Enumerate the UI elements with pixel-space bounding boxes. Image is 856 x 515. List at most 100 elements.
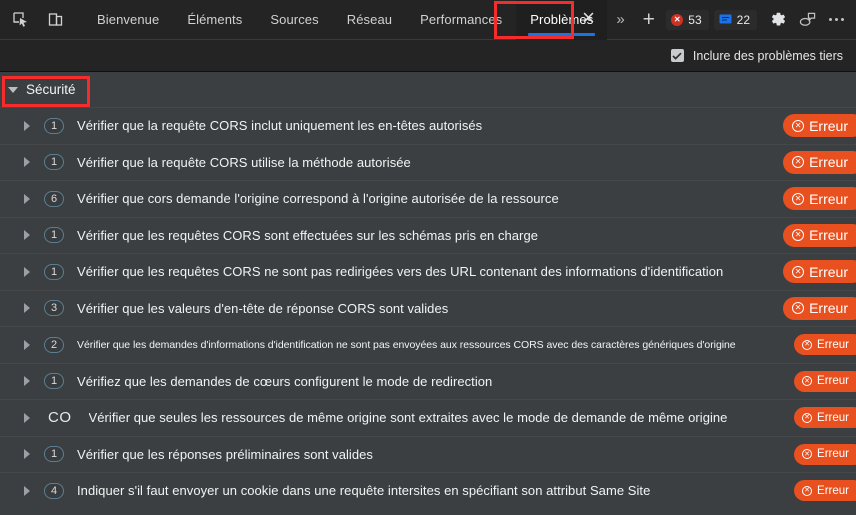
tab-elements[interactable]: Éléments: [173, 0, 256, 40]
error-circle-icon: ✕: [802, 339, 813, 350]
severity-label: Erreur: [817, 448, 849, 461]
issue-row[interactable]: 1 Vérifier que la requête CORS inclut uni…: [0, 107, 856, 144]
issue-count-badge: 1: [44, 373, 64, 390]
severity-badge: ✕ Erreur: [783, 296, 856, 320]
severity-label: Erreur: [809, 227, 848, 244]
message-counter[interactable]: 22: [713, 9, 757, 30]
tab-label: Bienvenue: [97, 12, 160, 27]
tab-sources[interactable]: Sources: [256, 0, 332, 40]
issue-title: Vérifier que les demandes d'informations…: [77, 338, 736, 351]
chevron-down-icon: [8, 86, 18, 93]
tab-issues[interactable]: Problèmes: [516, 0, 608, 40]
chevron-right-icon[interactable]: [24, 303, 30, 314]
check-icon: [672, 52, 683, 60]
issue-title: Vérifiez que les demandes de cœurs confi…: [77, 373, 493, 389]
more-options-icon[interactable]: [823, 6, 850, 33]
tab-bienvenue[interactable]: Bienvenue: [83, 0, 173, 40]
issue-title: Vérifier que cors demande l'origine corr…: [77, 191, 559, 207]
issue-row[interactable]: 1 Vérifier que les réponses préliminaires…: [0, 435, 856, 473]
chevron-right-icon[interactable]: [24, 230, 30, 241]
severity-badge: ✕ Erreur: [783, 187, 856, 211]
severity-badge: ✕ Erreur: [783, 223, 856, 247]
issue-title: Vérifier que les valeurs d'en-tête de ré…: [77, 300, 449, 316]
error-circle-icon: ✕: [792, 192, 805, 205]
error-count-value: 53: [688, 12, 702, 27]
error-circle-icon: ✕: [802, 376, 813, 387]
issue-title: Vérifier que la requête CORS utilise la …: [77, 154, 411, 170]
close-icon[interactable]: [583, 12, 594, 23]
issue-row[interactable]: 1 Vérifier que les requêtes CORS sont eff…: [0, 216, 856, 254]
severity-badge: ✕ Erreur: [794, 407, 856, 429]
issue-row[interactable]: 1 Vérifier que la requête CORS utilise la…: [0, 143, 856, 181]
severity-label: Erreur: [809, 263, 848, 280]
issue-counters: ✕ 53 22: [666, 9, 757, 30]
issue-count-badge: 1: [44, 227, 64, 244]
issue-title: Vérifier que les requêtes CORS ne sont p…: [77, 264, 724, 280]
feedback-icon[interactable]: [794, 6, 821, 33]
issue-row[interactable]: 1 Vérifiez que les demandes de cœurs conf…: [0, 362, 856, 400]
severity-badge: ✕ Erreur: [794, 480, 856, 502]
severity-badge: ✕ Erreur: [783, 260, 856, 284]
issue-row[interactable]: CO Vérifier que seules les ressources de …: [0, 399, 856, 436]
third-party-checkbox-row[interactable]: Inclure des problèmes tiers: [670, 48, 843, 63]
plus-icon: +: [642, 8, 655, 31]
toolbar-right-icons: ✕ 53 22: [666, 6, 856, 33]
error-circle-icon: ✕: [792, 229, 805, 242]
issue-title: Indiquer s'il faut envoyer un cookie dan…: [77, 483, 651, 499]
severity-label: Erreur: [817, 375, 849, 388]
severity-label: Erreur: [817, 338, 849, 351]
tab-label: Sources: [270, 12, 319, 27]
chevron-right-icon[interactable]: [24, 193, 30, 204]
issue-row[interactable]: 1 Vérifier que les requêtes CORS ne sont …: [0, 253, 856, 290]
issue-row[interactable]: 3 Vérifier que les valeurs d'en-tête de r…: [0, 289, 856, 327]
issue-title: Vérifier que seules les ressources de mê…: [88, 410, 728, 426]
issue-title: Vérifier que les réponses préliminaires …: [77, 446, 373, 462]
severity-badge: ✕ Erreur: [783, 150, 856, 174]
issues-filter-bar: Inclure des problèmes tiers: [0, 40, 856, 72]
tab-label: Éléments: [187, 12, 243, 27]
issue-count-badge: 1: [44, 446, 64, 463]
severity-label: Erreur: [809, 154, 848, 171]
issue-count-badge: CO: [48, 409, 72, 427]
issue-row[interactable]: 4 Indiquer s'il faut envoyer un cookie da…: [0, 472, 856, 509]
chevron-right-icon[interactable]: [24, 485, 30, 496]
gear-icon[interactable]: [765, 6, 792, 33]
error-counter[interactable]: ✕ 53: [666, 9, 709, 30]
tab-label: Réseau: [346, 12, 393, 27]
message-count-value: 22: [736, 12, 750, 27]
chevron-right-icon[interactable]: [24, 266, 30, 277]
third-party-checkbox[interactable]: [670, 49, 684, 62]
inspect-element-icon[interactable]: [7, 6, 34, 33]
severity-badge: ✕ Erreur: [794, 370, 856, 392]
chevron-right-icon[interactable]: [24, 157, 30, 168]
third-party-checkbox-label: Inclure des problèmes tiers: [692, 48, 843, 63]
error-circle-icon: ✕: [671, 13, 684, 26]
issue-title: Vérifier que la requête CORS inclut uniq…: [77, 118, 483, 134]
chevron-right-icon[interactable]: [24, 412, 30, 423]
severity-label: Erreur: [809, 190, 848, 207]
panel-tabs: Bienvenue Éléments Sources Réseau Perfor…: [83, 0, 666, 40]
add-tab-button[interactable]: +: [634, 0, 664, 40]
issue-row[interactable]: 2 Vérifier que les demandes d'information…: [0, 326, 856, 363]
issue-count-badge: 1: [44, 117, 64, 134]
issue-title: Vérifier que les requêtes CORS sont effe…: [77, 227, 539, 243]
issue-row[interactable]: 6 Vérifier que cors demande l'origine cor…: [0, 180, 856, 217]
tab-network[interactable]: Réseau: [333, 0, 406, 40]
issue-count-badge: 2: [44, 336, 64, 353]
error-circle-icon: ✕: [792, 119, 805, 132]
error-circle-icon: ✕: [802, 485, 813, 496]
error-circle-icon: ✕: [792, 265, 805, 278]
severity-badge: ✕ Erreur: [783, 114, 856, 138]
error-circle-icon: ✕: [792, 302, 805, 315]
severity-label: Erreur: [809, 117, 848, 134]
category-label: Sécurité: [26, 82, 76, 97]
category-header-securite[interactable]: Sécurité: [0, 72, 856, 107]
chevron-right-icon[interactable]: [24, 120, 30, 131]
more-tabs-button[interactable]: »: [607, 0, 633, 40]
chevron-right-icon[interactable]: [24, 449, 30, 460]
chevron-right-icon[interactable]: [24, 376, 30, 387]
tab-performance[interactable]: Performances: [406, 0, 516, 40]
chevron-right-icon[interactable]: [24, 339, 30, 350]
device-toolbar-icon[interactable]: [42, 6, 69, 33]
issue-count-badge: 4: [44, 482, 64, 499]
